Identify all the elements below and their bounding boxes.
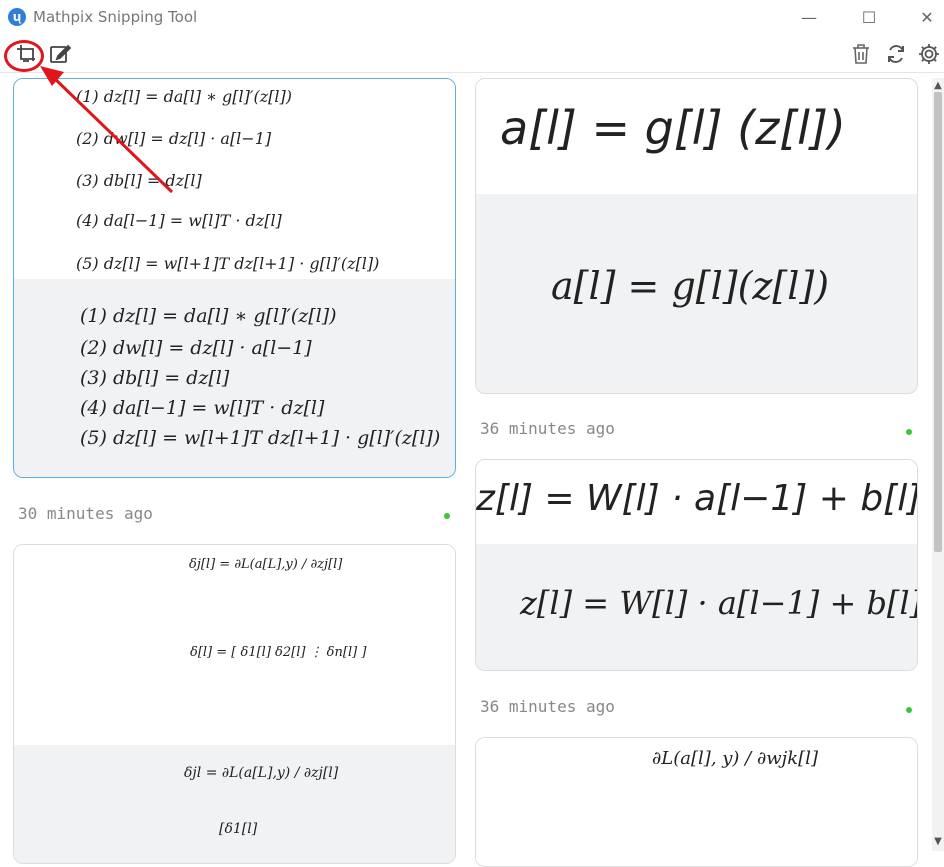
trash-icon[interactable] (849, 42, 873, 66)
rendered-line: (2) dw[l] = dz[l] · a[l−1] (80, 337, 312, 359)
rendered-latex: z[l] = W[l] · a[l−1] + b[l] (476, 544, 917, 670)
settings-icon[interactable] (917, 42, 941, 66)
snip-image: z[l] = W[l] · a[l−1] + b[l] (476, 460, 917, 544)
rendered-line: (1) dz[l] = da[l] ∗ g[l]′(z[l]) (80, 305, 337, 327)
mathpix-logo-icon: ų (8, 8, 26, 26)
rendered-line: (5) dz[l] = w[l+1]T dz[l+1] · g[l]′(z[l]… (80, 427, 441, 449)
equation-line: (5) dz[l] = w[l+1]T dz[l+1] · g[l]′(z[l]… (76, 254, 380, 273)
toolbar (0, 36, 944, 73)
equation-line: (4) da[l−1] = w[l]T · dz[l] (76, 211, 282, 230)
close-button[interactable]: ✕ (915, 6, 939, 30)
rendered-line: [δ1[l] (219, 821, 258, 837)
rendered-latex: δjl = ∂L(a[L],y) / ∂zj[l] [δ1[l] (14, 745, 455, 863)
scrollbar-thumb[interactable] (934, 92, 942, 552)
scroll-up-icon[interactable]: ▲ (932, 80, 944, 91)
rendered-line: (4) da[l−1] = w[l]T · dz[l] (80, 397, 325, 419)
window-title: Mathpix Snipping Tool (33, 8, 198, 26)
status-dot (906, 429, 912, 435)
snip-card-partial[interactable]: ∂L(a[l], y) / ∂wjk[l] (475, 737, 918, 867)
snip-image: (1) dz[l] = da[l] ∗ g[l]′(z[l]) (2) dw[l… (14, 79, 455, 279)
annotation-circle (4, 40, 44, 72)
status-dot (444, 513, 450, 519)
snip-timestamp: 36 minutes ago (480, 419, 615, 438)
equation-line: δj[l] = ∂L(a[L],y) / ∂zj[l] (189, 557, 343, 572)
equation-line: (1) dz[l] = da[l] ∗ g[l]′(z[l]) (76, 87, 293, 106)
snip-timestamp: 36 minutes ago (480, 697, 615, 716)
snip-timestamp: 30 minutes ago (18, 504, 153, 523)
rendered-line: z[l] = W[l] · a[l−1] + b[l] (520, 584, 918, 622)
title-bar: ų Mathpix Snipping Tool — ☐ ✕ (0, 0, 944, 36)
scroll-down-icon[interactable]: ▼ (932, 836, 944, 847)
rendered-line: (3) db[l] = dz[l] (80, 367, 230, 389)
scrollbar[interactable]: ▲ ▼ (932, 78, 944, 851)
snip-image: δj[l] = ∂L(a[L],y) / ∂zj[l] δ[l] = [ δ1[… (14, 545, 455, 745)
equation-line: (2) dw[l] = dz[l] · a[l−1] (76, 129, 272, 148)
maximize-button[interactable]: ☐ (857, 6, 881, 30)
snip-image: ∂L(a[l], y) / ∂wjk[l] (476, 738, 917, 866)
equation-line: a[l] = g[l] (z[l]) (500, 101, 846, 155)
rendered-latex: (1) dz[l] = da[l] ∗ g[l]′(z[l]) (2) dw[l… (14, 279, 455, 477)
edit-icon[interactable] (48, 42, 72, 66)
snip-card-delta[interactable]: δj[l] = ∂L(a[L],y) / ∂zj[l] δ[l] = [ δ1[… (13, 544, 456, 864)
snip-card-activation[interactable]: a[l] = g[l] (z[l]) a[l] = g[l](z[l]) (475, 78, 918, 394)
status-dot (906, 707, 912, 713)
snip-image: a[l] = g[l] (z[l]) (476, 79, 917, 194)
rendered-line: δjl = ∂L(a[L],y) / ∂zj[l] (184, 765, 339, 781)
equation-line: δ[l] = [ δ1[l] δ2[l] ⋮ δn[l] ] (190, 645, 367, 660)
equation-line: z[l] = W[l] · a[l−1] + b[l] (476, 478, 918, 519)
rendered-latex: a[l] = g[l](z[l]) (476, 194, 917, 393)
snip-card-backprop[interactable]: (1) dz[l] = da[l] ∗ g[l]′(z[l]) (2) dw[l… (13, 78, 456, 478)
equation-line: ∂L(a[l], y) / ∂wjk[l] (652, 748, 818, 769)
rendered-line: a[l] = g[l](z[l]) (551, 264, 830, 308)
minimize-button[interactable]: — (797, 6, 821, 30)
snip-card-linear[interactable]: z[l] = W[l] · a[l−1] + b[l] z[l] = W[l] … (475, 459, 918, 671)
refresh-icon[interactable] (884, 42, 908, 66)
equation-line: (3) db[l] = dz[l] (76, 171, 202, 190)
